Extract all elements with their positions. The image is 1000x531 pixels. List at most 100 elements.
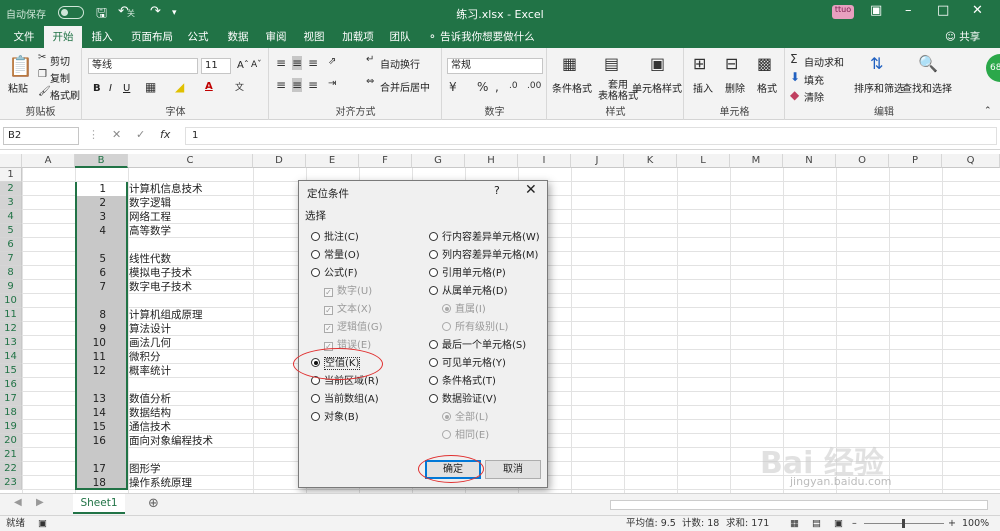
cancel-button[interactable]: 取消 — [485, 460, 541, 479]
row-header-23[interactable]: 23 — [0, 476, 22, 490]
italic-icon[interactable]: I — [109, 83, 112, 94]
option-conditional-formats[interactable]: 条件格式(T) — [429, 375, 496, 388]
merge-center-button[interactable]: 合并后居中 — [380, 79, 430, 94]
close-icon[interactable]: ✕ — [972, 3, 983, 18]
cell-b2[interactable]: 1 — [77, 182, 126, 196]
cell-b17[interactable]: 13 — [75, 392, 128, 406]
col-header-c[interactable]: C — [128, 154, 253, 168]
conditional-format-button[interactable]: 条件格式 — [552, 80, 592, 95]
indent-icon[interactable]: ⇥ — [328, 78, 336, 89]
col-header-d[interactable]: D — [253, 154, 306, 168]
cell-c12[interactable]: 算法设计 — [129, 322, 171, 336]
cell-b15[interactable]: 12 — [75, 364, 128, 378]
tab-team[interactable]: 团队 — [384, 26, 416, 48]
border-icon[interactable]: ▦ — [145, 80, 156, 94]
option-formulas[interactable]: 公式(F) — [311, 267, 358, 280]
row-header-15[interactable]: 15 — [0, 364, 22, 378]
cell-b12[interactable]: 9 — [75, 322, 128, 336]
cell-b14[interactable]: 11 — [75, 350, 128, 364]
col-header-e[interactable]: E — [306, 154, 359, 168]
next-sheet-icon[interactable]: ▶ — [36, 497, 44, 508]
tab-insert[interactable]: 插入 — [86, 26, 118, 48]
cell-c5[interactable]: 高等数学 — [129, 224, 171, 238]
cell-c11[interactable]: 计算机组成原理 — [129, 308, 203, 322]
option-last-cell[interactable]: 最后一个单元格(S) — [429, 339, 526, 352]
option-data-validation[interactable]: 数据验证(V) — [429, 393, 497, 406]
fill-color-icon[interactable]: ◢ — [175, 80, 184, 94]
find-select-button[interactable]: 查找和选择 — [902, 80, 952, 95]
cell-c7[interactable]: 线性代数 — [129, 252, 171, 266]
formula-input[interactable]: 1 — [185, 127, 997, 145]
collapse-ribbon-icon[interactable]: ⌃ — [984, 106, 992, 116]
cell-b10[interactable] — [75, 294, 128, 308]
option-dependents[interactable]: 从属单元格(D) — [429, 285, 508, 298]
name-box[interactable]: B2 — [3, 127, 79, 145]
minimize-icon[interactable]: – — [905, 3, 912, 18]
tab-page-layout[interactable]: 页面布局 — [126, 26, 178, 48]
sort-filter-button[interactable]: 排序和筛选 — [854, 80, 904, 95]
cut-button[interactable]: 剪切 — [50, 53, 70, 68]
font-size-select[interactable]: 11 — [201, 58, 231, 74]
page-layout-view-icon[interactable]: ▤ — [812, 516, 821, 531]
grow-font-icon[interactable]: Aˆ — [237, 60, 249, 71]
tab-data[interactable]: 数据 — [222, 26, 254, 48]
option-precedents[interactable]: 引用单元格(P) — [429, 267, 506, 280]
cell-c18[interactable]: 数据结构 — [129, 406, 171, 420]
align-left-icon[interactable]: ≡ — [276, 78, 286, 92]
share-button[interactable]: ☺ 共享 — [945, 26, 980, 48]
row-header-10[interactable]: 10 — [0, 294, 22, 308]
cell-b5[interactable]: 4 — [75, 224, 128, 238]
cell-c8[interactable]: 模拟电子技术 — [129, 266, 192, 280]
cell-b22[interactable]: 17 — [75, 462, 128, 476]
row-header-6[interactable]: 6 — [0, 238, 22, 252]
col-header-o[interactable]: O — [836, 154, 889, 168]
tab-review[interactable]: 审阅 — [260, 26, 292, 48]
align-bottom-icon[interactable]: ≡ — [308, 56, 318, 70]
col-header-k[interactable]: K — [624, 154, 677, 168]
align-middle-icon[interactable]: ≡ — [292, 56, 303, 70]
format-painter-button[interactable]: 格式刷 — [50, 87, 80, 102]
maximize-icon[interactable]: □ — [937, 3, 949, 18]
zoom-level[interactable]: 100% — [962, 516, 989, 531]
row-header-12[interactable]: 12 — [0, 322, 22, 336]
comma-icon[interactable]: , — [495, 80, 499, 94]
sheet-tab-sheet1[interactable]: Sheet1 — [73, 494, 125, 514]
format-cells-button[interactable]: 格式 — [757, 80, 777, 95]
wrap-text-button[interactable]: 自动换行 — [380, 56, 420, 71]
cell-b20[interactable]: 16 — [75, 434, 128, 448]
decrease-decimal-icon[interactable]: .00 — [527, 81, 541, 91]
dialog-close-icon[interactable]: ✕ — [525, 182, 537, 198]
col-header-m[interactable]: M — [730, 154, 783, 168]
tab-addins[interactable]: 加载项 — [338, 26, 378, 48]
option-objects[interactable]: 对象(B) — [311, 411, 359, 424]
cell-c3[interactable]: 数字逻辑 — [129, 196, 171, 210]
option-comments[interactable]: 批注(C) — [311, 231, 359, 244]
row-header-13[interactable]: 13 — [0, 336, 22, 350]
option-visible-cells[interactable]: 可见单元格(Y) — [429, 357, 506, 370]
cell-b9[interactable]: 7 — [75, 280, 128, 294]
underline-icon[interactable]: U — [123, 83, 130, 94]
col-header-q[interactable]: Q — [942, 154, 1000, 168]
cancel-icon[interactable]: ✕ — [112, 128, 121, 141]
zoom-slider-thumb[interactable] — [902, 519, 905, 528]
cell-c19[interactable]: 通信技术 — [129, 420, 171, 434]
tell-me-box[interactable]: ⚬ 告诉我你想要做什么 — [428, 26, 535, 48]
cell-c23[interactable]: 操作系统原理 — [129, 476, 192, 490]
option-row-differences[interactable]: 行内容差异单元格(W) — [429, 231, 540, 244]
shrink-font-icon[interactable]: Aˇ — [251, 60, 262, 70]
cell-c15[interactable]: 概率统计 — [129, 364, 171, 378]
paste-button[interactable]: 粘贴 — [8, 80, 28, 95]
row-header-11[interactable]: 11 — [0, 308, 22, 322]
tab-formulas[interactable]: 公式 — [182, 26, 214, 48]
insert-function-icon[interactable]: fx — [160, 128, 170, 141]
currency-icon[interactable]: ¥ — [449, 80, 457, 94]
ribbon-display-icon[interactable]: ▣ — [870, 3, 882, 18]
cell-b4[interactable]: 3 — [75, 210, 128, 224]
add-sheet-icon[interactable]: ⊕ — [148, 496, 159, 511]
tab-file[interactable]: 文件 — [8, 26, 40, 48]
row-header-18[interactable]: 18 — [0, 406, 22, 420]
cell-c13[interactable]: 画法几何 — [129, 336, 171, 350]
cell-c2[interactable]: 计算机信息技术 — [129, 182, 203, 196]
row-header-2[interactable]: 2 — [0, 182, 22, 196]
cell-b3[interactable]: 2 — [75, 196, 128, 210]
